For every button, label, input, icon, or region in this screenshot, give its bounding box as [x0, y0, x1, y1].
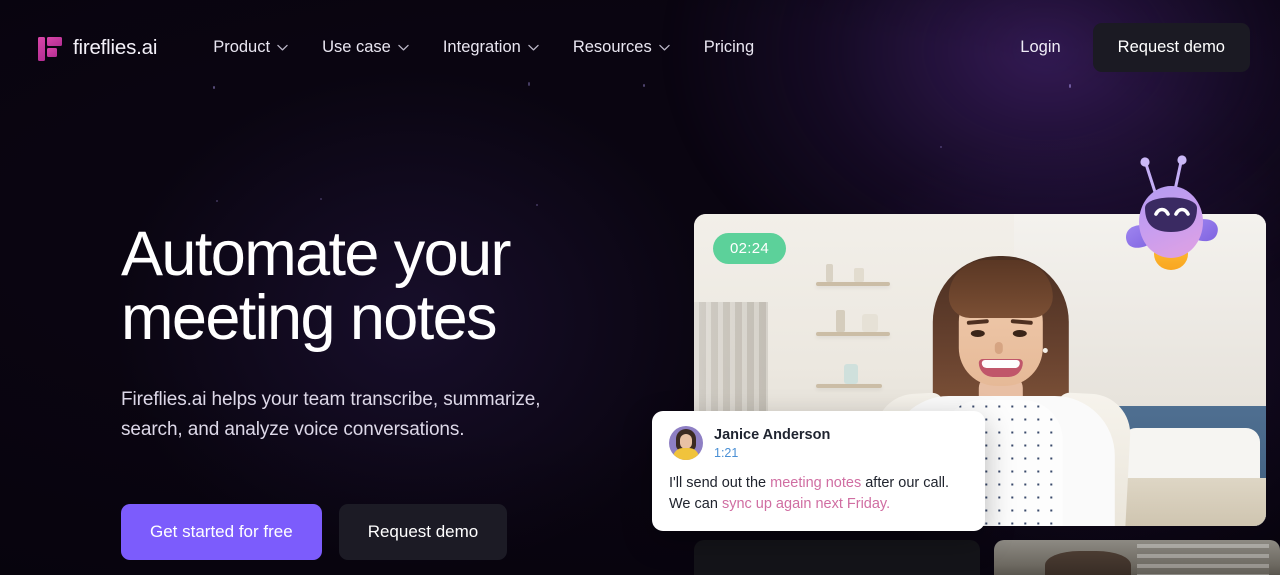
message-line2-highlight[interactable]: sync up again next Friday. [722, 496, 890, 512]
hero-subtitle: Fireflies.ai helps your team transcribe,… [121, 388, 541, 441]
message-meta: Janice Anderson 1:21 [714, 426, 830, 460]
nav-item-integration[interactable]: Integration [443, 38, 539, 57]
chevron-down-icon [277, 44, 288, 51]
nav-links: Product Use case Integration Resources P [213, 38, 754, 57]
nav-item-label: Pricing [703, 38, 755, 56]
nav-item-product[interactable]: Product [213, 38, 288, 57]
video-thumbnail[interactable] [694, 540, 980, 575]
get-started-button[interactable]: Get started for free [121, 504, 322, 561]
nav-item-label: Use case [322, 38, 391, 56]
nav-item-pricing[interactable]: Pricing [704, 38, 754, 57]
meeting-timer-badge: 02:24 [713, 233, 787, 264]
message-author: Janice Anderson [714, 427, 831, 443]
message-body: I'll send out the meeting notes after ou… [669, 473, 968, 514]
message-line1-post: after our call. [861, 475, 950, 492]
message-line2-pre: We can [669, 495, 722, 512]
hero-cta-group: Get started for free Request demo [121, 504, 641, 561]
nav-actions: Login Request demo [1020, 23, 1250, 72]
transcript-message-card[interactable]: Janice Anderson 1:21 I'll send out the m… [652, 411, 985, 532]
shelf-decor [844, 364, 858, 384]
message-header: Janice Anderson 1:21 [669, 426, 968, 460]
nav-item-resources[interactable]: Resources [573, 38, 670, 57]
video-thumbnail-row [694, 540, 1280, 575]
chevron-down-icon [528, 44, 539, 51]
shelf-decor [826, 264, 833, 282]
hero-request-demo-button[interactable]: Request demo [338, 504, 508, 561]
fireflies-logo-icon [38, 35, 62, 61]
hero-title: Automate your meeting notes [121, 219, 512, 354]
nav-item-use-case[interactable]: Use case [322, 38, 409, 57]
shelf-decor [836, 310, 845, 332]
login-link[interactable]: Login [1020, 38, 1060, 57]
chevron-down-icon [398, 44, 409, 51]
hero-content: Automate your meeting notes Fireflies.ai… [121, 219, 641, 561]
fireflies-bee-mascot-icon [1119, 152, 1223, 280]
brand-logo[interactable]: fireflies.ai [38, 35, 157, 61]
avatar [669, 426, 703, 461]
request-demo-button[interactable]: Request demo [1092, 23, 1250, 72]
shelf-decor [854, 268, 864, 282]
nav-item-label: Resources [572, 38, 652, 56]
brand-name: fireflies.ai [73, 35, 158, 59]
message-line1-highlight[interactable]: meeting notes [770, 475, 861, 491]
nav-item-label: Integration [442, 38, 521, 56]
main-navigation: fireflies.ai Product Use case Integratio… [0, 0, 1280, 95]
video-thumbnail[interactable] [994, 540, 1280, 575]
message-line1-pre: I'll send out the [669, 475, 771, 492]
message-timestamp: 1:21 [714, 446, 739, 461]
chevron-down-icon [658, 44, 670, 51]
nav-item-label: Product [213, 38, 271, 56]
